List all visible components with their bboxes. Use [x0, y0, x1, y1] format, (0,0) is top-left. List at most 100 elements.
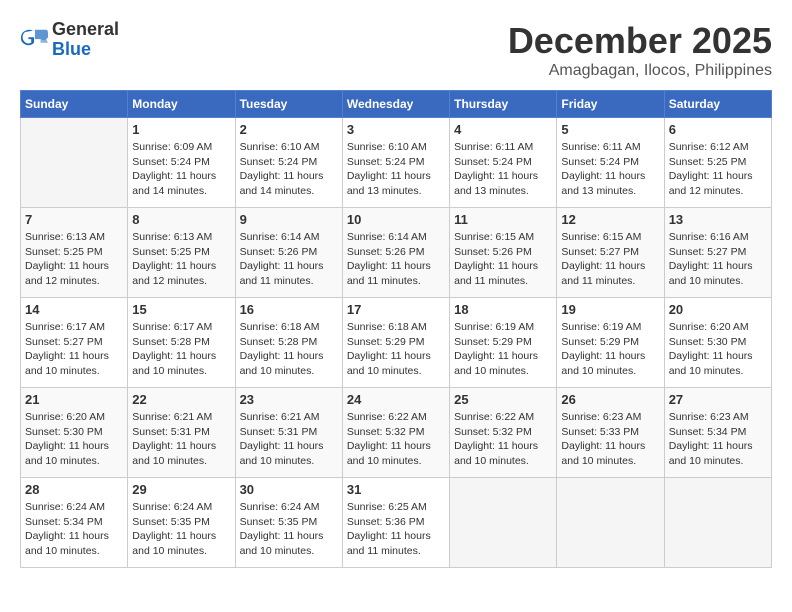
calendar-cell [21, 118, 128, 208]
day-info: Sunrise: 6:22 AMSunset: 5:32 PMDaylight:… [347, 410, 445, 469]
calendar-cell: 1 Sunrise: 6:09 AMSunset: 5:24 PMDaylight… [128, 118, 235, 208]
calendar-table: SundayMondayTuesdayWednesdayThursdayFrid… [20, 90, 772, 568]
weekday-header-saturday: Saturday [664, 91, 771, 118]
day-info: Sunrise: 6:14 AMSunset: 5:26 PMDaylight:… [240, 230, 338, 289]
calendar-cell: 21 Sunrise: 6:20 AMSunset: 5:30 PMDayligh… [21, 388, 128, 478]
day-info: Sunrise: 6:24 AMSunset: 5:35 PMDaylight:… [240, 500, 338, 559]
day-number: 15 [132, 302, 230, 317]
day-number: 7 [25, 212, 123, 227]
calendar-cell: 10 Sunrise: 6:14 AMSunset: 5:26 PMDayligh… [342, 208, 449, 298]
day-info: Sunrise: 6:19 AMSunset: 5:29 PMDaylight:… [454, 320, 552, 379]
calendar-cell: 19 Sunrise: 6:19 AMSunset: 5:29 PMDayligh… [557, 298, 664, 388]
calendar-cell: 29 Sunrise: 6:24 AMSunset: 5:35 PMDayligh… [128, 478, 235, 568]
day-number: 28 [25, 482, 123, 497]
day-number: 30 [240, 482, 338, 497]
logo-blue-text: Blue [52, 40, 119, 60]
day-number: 10 [347, 212, 445, 227]
calendar-cell: 9Sunrise: 6:14 AMSunset: 5:26 PMDaylight… [235, 208, 342, 298]
day-number: 23 [240, 392, 338, 407]
calendar-cell: 14 Sunrise: 6:17 AMSunset: 5:27 PMDayligh… [21, 298, 128, 388]
day-info: Sunrise: 6:09 AMSunset: 5:24 PMDaylight:… [132, 140, 230, 199]
calendar-cell: 16Sunrise: 6:18 AMSunset: 5:28 PMDayligh… [235, 298, 342, 388]
day-number: 6 [669, 122, 767, 137]
logo-general-text: General [52, 20, 119, 40]
day-number: 3 [347, 122, 445, 137]
calendar-cell: 31 Sunrise: 6:25 AMSunset: 5:36 PMDayligh… [342, 478, 449, 568]
day-number: 31 [347, 482, 445, 497]
day-number: 29 [132, 482, 230, 497]
calendar-cell: 18 Sunrise: 6:19 AMSunset: 5:29 PMDayligh… [450, 298, 557, 388]
day-info: Sunrise: 6:21 AMSunset: 5:31 PMDaylight:… [132, 410, 230, 469]
calendar-week-row-2: 14 Sunrise: 6:17 AMSunset: 5:27 PMDayligh… [21, 298, 772, 388]
calendar-cell: 27 Sunrise: 6:23 AMSunset: 5:34 PMDayligh… [664, 388, 771, 478]
day-number: 14 [25, 302, 123, 317]
day-number: 20 [669, 302, 767, 317]
calendar-cell: 24 Sunrise: 6:22 AMSunset: 5:32 PMDayligh… [342, 388, 449, 478]
calendar-cell: 4 Sunrise: 6:11 AMSunset: 5:24 PMDaylight… [450, 118, 557, 208]
day-number: 12 [561, 212, 659, 227]
day-info: Sunrise: 6:20 AMSunset: 5:30 PMDaylight:… [669, 320, 767, 379]
calendar-cell: 22Sunrise: 6:21 AMSunset: 5:31 PMDayligh… [128, 388, 235, 478]
day-info: Sunrise: 6:16 AMSunset: 5:27 PMDaylight:… [669, 230, 767, 289]
logo: General Blue [20, 20, 119, 60]
day-info: Sunrise: 6:11 AMSunset: 5:24 PMDaylight:… [454, 140, 552, 199]
calendar-cell: 15Sunrise: 6:17 AMSunset: 5:28 PMDayligh… [128, 298, 235, 388]
day-info: Sunrise: 6:14 AMSunset: 5:26 PMDaylight:… [347, 230, 445, 289]
day-number: 18 [454, 302, 552, 317]
day-info: Sunrise: 6:15 AMSunset: 5:26 PMDaylight:… [454, 230, 552, 289]
calendar-week-row-0: 1 Sunrise: 6:09 AMSunset: 5:24 PMDaylight… [21, 118, 772, 208]
day-number: 17 [347, 302, 445, 317]
calendar-cell: 30 Sunrise: 6:24 AMSunset: 5:35 PMDayligh… [235, 478, 342, 568]
calendar-cell: 26Sunrise: 6:23 AMSunset: 5:33 PMDayligh… [557, 388, 664, 478]
calendar-cell: 25 Sunrise: 6:22 AMSunset: 5:32 PMDayligh… [450, 388, 557, 478]
day-number: 13 [669, 212, 767, 227]
day-info: Sunrise: 6:11 AMSunset: 5:24 PMDaylight:… [561, 140, 659, 199]
day-info: Sunrise: 6:12 AMSunset: 5:25 PMDaylight:… [669, 140, 767, 199]
calendar-cell: 2Sunrise: 6:10 AMSunset: 5:24 PMDaylight… [235, 118, 342, 208]
weekday-header-tuesday: Tuesday [235, 91, 342, 118]
day-info: Sunrise: 6:21 AMSunset: 5:31 PMDaylight:… [240, 410, 338, 469]
weekday-header-thursday: Thursday [450, 91, 557, 118]
day-info: Sunrise: 6:19 AMSunset: 5:29 PMDaylight:… [561, 320, 659, 379]
day-number: 11 [454, 212, 552, 227]
calendar-week-row-4: 28 Sunrise: 6:24 AMSunset: 5:34 PMDayligh… [21, 478, 772, 568]
calendar-cell: 6 Sunrise: 6:12 AMSunset: 5:25 PMDaylight… [664, 118, 771, 208]
title-section: December 2025 Amagbagan, Ilocos, Philipp… [508, 20, 772, 80]
day-number: 16 [240, 302, 338, 317]
day-info: Sunrise: 6:15 AMSunset: 5:27 PMDaylight:… [561, 230, 659, 289]
day-info: Sunrise: 6:24 AMSunset: 5:35 PMDaylight:… [132, 500, 230, 559]
day-info: Sunrise: 6:25 AMSunset: 5:36 PMDaylight:… [347, 500, 445, 559]
day-info: Sunrise: 6:23 AMSunset: 5:33 PMDaylight:… [561, 410, 659, 469]
calendar-cell: 17Sunrise: 6:18 AMSunset: 5:29 PMDayligh… [342, 298, 449, 388]
calendar-cell: 20 Sunrise: 6:20 AMSunset: 5:30 PMDayligh… [664, 298, 771, 388]
calendar-cell: 11 Sunrise: 6:15 AMSunset: 5:26 PMDayligh… [450, 208, 557, 298]
day-info: Sunrise: 6:10 AMSunset: 5:24 PMDaylight:… [240, 140, 338, 199]
calendar-cell: 12 Sunrise: 6:15 AMSunset: 5:27 PMDayligh… [557, 208, 664, 298]
day-info: Sunrise: 6:22 AMSunset: 5:32 PMDaylight:… [454, 410, 552, 469]
calendar-cell: 7 Sunrise: 6:13 AMSunset: 5:25 PMDaylight… [21, 208, 128, 298]
day-number: 4 [454, 122, 552, 137]
day-number: 8 [132, 212, 230, 227]
day-number: 21 [25, 392, 123, 407]
weekday-header-sunday: Sunday [21, 91, 128, 118]
day-info: Sunrise: 6:24 AMSunset: 5:34 PMDaylight:… [25, 500, 123, 559]
day-number: 25 [454, 392, 552, 407]
calendar-week-row-3: 21 Sunrise: 6:20 AMSunset: 5:30 PMDayligh… [21, 388, 772, 478]
day-info: Sunrise: 6:13 AMSunset: 5:25 PMDaylight:… [25, 230, 123, 289]
page-header: General Blue December 2025 Amagbagan, Il… [20, 20, 772, 80]
calendar-cell: 13 Sunrise: 6:16 AMSunset: 5:27 PMDayligh… [664, 208, 771, 298]
location-title: Amagbagan, Ilocos, Philippines [508, 62, 772, 80]
day-info: Sunrise: 6:20 AMSunset: 5:30 PMDaylight:… [25, 410, 123, 469]
month-title: December 2025 [508, 20, 772, 62]
day-info: Sunrise: 6:23 AMSunset: 5:34 PMDaylight:… [669, 410, 767, 469]
day-number: 5 [561, 122, 659, 137]
day-number: 1 [132, 122, 230, 137]
day-number: 24 [347, 392, 445, 407]
day-number: 27 [669, 392, 767, 407]
day-number: 19 [561, 302, 659, 317]
day-info: Sunrise: 6:10 AMSunset: 5:24 PMDaylight:… [347, 140, 445, 199]
calendar-cell: 3 Sunrise: 6:10 AMSunset: 5:24 PMDaylight… [342, 118, 449, 208]
day-info: Sunrise: 6:17 AMSunset: 5:27 PMDaylight:… [25, 320, 123, 379]
calendar-cell: 5 Sunrise: 6:11 AMSunset: 5:24 PMDaylight… [557, 118, 664, 208]
day-info: Sunrise: 6:13 AMSunset: 5:25 PMDaylight:… [132, 230, 230, 289]
